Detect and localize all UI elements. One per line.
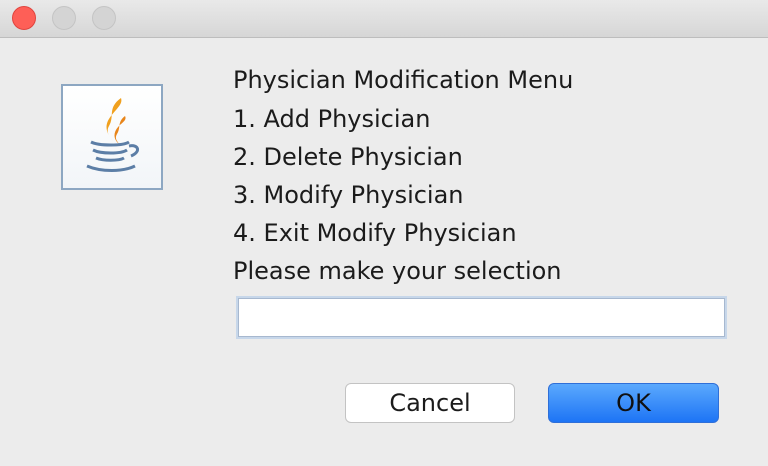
ok-button[interactable]: OK — [548, 383, 719, 423]
cancel-button[interactable]: Cancel — [345, 383, 515, 423]
dialog-window: Physician Modification Menu 1. Add Physi… — [0, 0, 768, 466]
menu-option-delete: 2. Delete Physician — [233, 143, 463, 171]
selection-input[interactable] — [238, 298, 725, 337]
minimize-window-button[interactable] — [52, 6, 76, 30]
close-window-button[interactable] — [12, 6, 36, 30]
zoom-window-button[interactable] — [92, 6, 116, 30]
menu-title: Physician Modification Menu — [233, 66, 574, 94]
menu-option-modify: 3. Modify Physician — [233, 181, 464, 209]
title-bar — [0, 0, 768, 38]
menu-option-exit: 4. Exit Modify Physician — [233, 219, 517, 247]
java-coffee-cup-icon — [61, 84, 163, 190]
selection-prompt: Please make your selection — [233, 257, 562, 285]
menu-option-add: 1. Add Physician — [233, 105, 431, 133]
